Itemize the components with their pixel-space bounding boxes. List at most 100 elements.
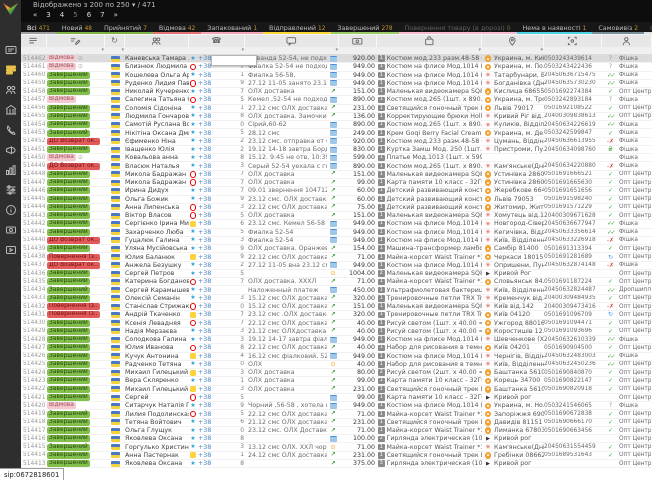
- order-row[interactable]: 514425ЗавершенийРадченко Тетяна★+380ОЛХ⊙…: [21, 361, 652, 369]
- order-row[interactable]: 514417ЗавершенийОльга Глущук★+38023.12 с…: [21, 427, 652, 435]
- sidebar-orders-icon[interactable]: [5, 64, 17, 76]
- client-phone[interactable]: +38: [189, 204, 235, 211]
- sidebar-video-icon[interactable]: [5, 244, 17, 256]
- client-phone[interactable]: ★+38: [189, 129, 235, 136]
- order-row[interactable]: 514447ЗавершенийМикола Бадражан+387ОЛХ д…: [21, 179, 652, 187]
- column-header-comment-column[interactable]: [245, 35, 339, 47]
- client-phone[interactable]: ★+38: [189, 105, 235, 112]
- order-row[interactable]: 514436ЗавершенийСергей Петров★+385⊙1004.…: [21, 270, 652, 278]
- tab-Самовивіз[interactable]: Самовивіз2: [592, 22, 644, 34]
- column-header-payment-column[interactable]: [339, 35, 377, 47]
- order-row[interactable]: 514453ЗавершенийНікітіна Оксана Дми..★+3…: [21, 129, 652, 137]
- order-row[interactable]: 514424ЗавершенийМихаил Гилецький+383ОЛХ …: [21, 369, 652, 377]
- order-row[interactable]: 514423ЗавершенийВера Скляренко★+381ОЛХ д…: [21, 377, 652, 385]
- tracking-number[interactable]: 0501691665630: [544, 179, 602, 186]
- order-row[interactable]: 514443ЗавершенийВіктор Власов+385ОЛХ дос…: [21, 212, 652, 220]
- page-button[interactable]: 3: [46, 11, 50, 19]
- client-phone[interactable]: ★+38: [189, 443, 235, 450]
- order-row[interactable]: 514442ЗавершенийСергієнко Ірина Ми..+386…: [21, 220, 652, 228]
- column-header-order-id-column[interactable]: [21, 35, 47, 47]
- order-row[interactable]: 514460ЗавершенийКошелева Ольга Ар..★+381…: [21, 72, 652, 80]
- sidebar-stats-icon[interactable]: [5, 164, 17, 176]
- tab-Прийнятий[interactable]: Прийнятий7: [98, 22, 153, 34]
- tracking-number[interactable]: 0501691094471: [544, 320, 602, 327]
- tracking-number[interactable]: 0501689531643: [544, 452, 602, 459]
- client-phone[interactable]: ★+38: [189, 162, 235, 169]
- client-phone[interactable]: +38: [189, 303, 235, 310]
- tracking-number[interactable]: 20450635730230: [544, 80, 602, 87]
- tab-Запакований[interactable]: Запакований1: [201, 22, 263, 34]
- order-row[interactable]: 514438Повернення (з..Юлия Баланюк+38922.…: [21, 253, 652, 261]
- order-row[interactable]: 514434ЗавершенийСергей Карамышев★+38Нало…: [21, 286, 652, 294]
- filter-dropdown-icon[interactable]: ▾: [101, 47, 104, 54]
- column-header-client-column[interactable]: [125, 35, 189, 47]
- tracking-number[interactable]: 20400309484935: [544, 295, 602, 302]
- order-row[interactable]: 514422ЗавершенийМихаил Гилецький+383ОЛХ …: [21, 386, 652, 394]
- order-row[interactable]: 514430ЗавершенийКсенія Левадняя+38722.12…: [21, 320, 652, 328]
- order-row[interactable]: 514435ЗавершенийКатерина Богданова+387ОЛ…: [21, 278, 652, 286]
- order-row[interactable]: 514413ЗавершенийЯковлева Оксана★+388↗375…: [21, 460, 652, 468]
- tracking-number[interactable]: 20450633226918: [544, 237, 602, 244]
- tracking-number[interactable]: 20450633356614: [544, 229, 602, 236]
- client-phone[interactable]: ★+38: [189, 187, 235, 194]
- tracking-number[interactable]: 20450632450236: [544, 361, 602, 368]
- client-phone[interactable]: +38: [189, 353, 235, 360]
- tracking-number[interactable]: 0501690666170: [544, 419, 602, 426]
- client-phone[interactable]: ★+38: [189, 72, 235, 79]
- client-phone[interactable]: ★+38: [189, 138, 235, 145]
- order-row[interactable]: 514458ЗавершенийНиколай Кучеренко★+387ОЛ…: [21, 88, 652, 96]
- order-row[interactable]: 514448ЗавершенийМикола Бадражан+387ОЛХ д…: [21, 171, 652, 179]
- sidebar-info-icon[interactable]: [5, 204, 17, 216]
- order-row[interactable]: 514459ЗавершенийРуденко Лидия Пав..+3892…: [21, 80, 652, 88]
- tracking-number[interactable]: 20450632483003: [544, 353, 602, 360]
- tracking-number[interactable]: 0503243422436: [544, 63, 602, 70]
- sidebar-megaphone-icon[interactable]: [5, 144, 17, 156]
- tracking-number[interactable]: 20450634098760: [544, 146, 602, 153]
- order-row[interactable]: 514449ДО Возврат ок..Власюк Наталья★+383…: [21, 162, 652, 170]
- tracking-number[interactable]: 20450632874148: [544, 262, 602, 269]
- tracking-number[interactable]: 0501691571229: [544, 204, 602, 211]
- order-row[interactable]: 514462Відмова⊙Каневська Тамара ..★+381Ла…: [21, 55, 652, 63]
- client-phone[interactable]: +38: [189, 96, 235, 103]
- tracking-number[interactable]: 20450634220880: [544, 162, 602, 169]
- order-row[interactable]: 514426ЗавершенийКучук Антонина+38416.12 …: [21, 353, 652, 361]
- filter-dropdown-icon[interactable]: ▾: [241, 47, 244, 54]
- client-phone[interactable]: ★+38: [189, 154, 235, 161]
- client-phone[interactable]: +38: [189, 386, 235, 393]
- tracking-number[interactable]: 0501691187224: [544, 278, 602, 285]
- client-phone[interactable]: +38: [189, 344, 235, 351]
- client-phone[interactable]: ★+38: [189, 262, 235, 269]
- tracking-number[interactable]: 0501692108522: [544, 105, 602, 112]
- tracking-number[interactable]: 20450631554459: [544, 443, 602, 450]
- client-phone[interactable]: +38: [189, 452, 235, 459]
- client-phone[interactable]: ★+38: [189, 121, 235, 128]
- client-phone[interactable]: ★+38: [189, 402, 235, 409]
- client-phone[interactable]: ★+38: [189, 113, 235, 120]
- client-phone[interactable]: ★+38: [189, 270, 235, 277]
- tracking-number[interactable]: 20450632824487: [544, 286, 602, 293]
- tab-Новий[interactable]: Новий48: [56, 22, 98, 34]
- client-phone[interactable]: +38: [189, 220, 235, 227]
- order-row[interactable]: 514452ДО Возврат ок..Єфименко Ніна★+3822…: [21, 138, 652, 146]
- client-phone[interactable]: ★+38: [189, 196, 235, 203]
- order-row[interactable]: 514445ЗавершенийОльга Божик★+38923.12 см…: [21, 196, 652, 204]
- tracking-number[interactable]: [544, 435, 602, 442]
- client-phone[interactable]: ★+38: [189, 419, 235, 426]
- client-phone[interactable]: +38: [189, 179, 235, 186]
- tracking-number[interactable]: 20450632610339: [544, 336, 602, 343]
- tracking-number[interactable]: 0501690820918: [544, 386, 602, 393]
- client-phone[interactable]: +38: [189, 80, 235, 87]
- client-phone[interactable]: ★+38: [189, 336, 235, 343]
- client-phone[interactable]: ★+38: [189, 229, 235, 236]
- page-button[interactable]: 7: [100, 11, 104, 19]
- tracking-number[interactable]: 0501691651656: [544, 187, 602, 194]
- shown-range-label[interactable]: Відображено з 200 по 250 ▾ / 471: [33, 1, 156, 9]
- filter-dropdown-icon[interactable]: ▾: [540, 47, 543, 54]
- client-phone[interactable]: ★+38: [189, 361, 235, 368]
- client-phone[interactable]: ★+38: [189, 146, 235, 153]
- order-row[interactable]: 514444ЗавершенийАнна Липенська+38322.12 …: [21, 204, 652, 212]
- tracking-number[interactable]: 0501692274384: [544, 88, 602, 95]
- filter-dropdown-icon[interactable]: ▾: [478, 47, 481, 54]
- tab-Всі[interactable]: Всі471: [21, 22, 56, 34]
- column-header-address-column[interactable]: [482, 35, 544, 47]
